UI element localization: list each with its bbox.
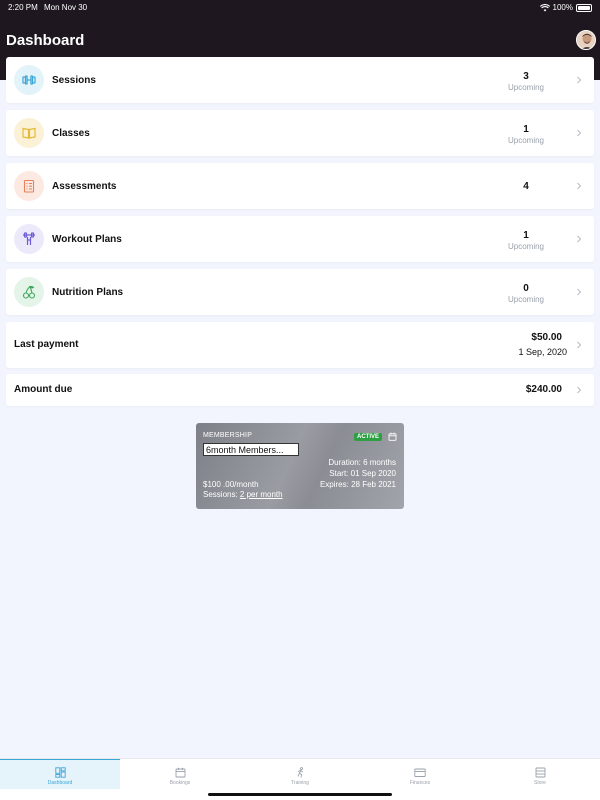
nutrition-plans-label: Nutrition Plans (52, 287, 124, 298)
nutrition-plans-sub: Upcoming (507, 295, 544, 304)
amount-due-row[interactable]: Amount due $240.00 (6, 374, 594, 406)
book-icon (14, 118, 44, 148)
chevron-right-icon (577, 288, 582, 296)
wifi-icon (539, 3, 550, 11)
membership-sessions: Sessions: 2 per month (203, 490, 283, 499)
dashboard-icon (54, 767, 66, 778)
home-indicator[interactable] (208, 793, 392, 796)
last-payment-amount: $50.00 (531, 332, 562, 343)
tab-label: Dashboard (47, 780, 73, 786)
workout-plans-label: Workout Plans (52, 234, 122, 245)
battery-percent: 100% (552, 3, 573, 12)
last-payment-date: 1 Sep, 2020 (518, 347, 567, 357)
assessments-count: 4 (523, 181, 529, 192)
tab-label: Training (291, 780, 309, 786)
cherries-icon (14, 277, 44, 307)
classes-row[interactable]: Classes 1 Upcoming (6, 110, 594, 156)
running-icon (297, 767, 303, 778)
sessions-count: 3 (523, 71, 529, 82)
avatar[interactable] (576, 30, 596, 50)
sessions-row[interactable]: Sessions 3 Upcoming (6, 57, 594, 103)
membership-price: $100 .00/month (203, 480, 259, 489)
calendar-icon[interactable] (388, 432, 397, 441)
classes-sub: Upcoming (507, 136, 544, 145)
nutrition-plans-row[interactable]: Nutrition Plans 0 Upcoming (6, 269, 594, 315)
membership-expires: Expires: 28 Feb 2021 (319, 480, 396, 489)
chevron-right-icon (577, 129, 582, 137)
membership-start: Start: 01 Sep 2020 (329, 469, 396, 478)
sessions-label: Sessions (52, 75, 96, 86)
classes-label: Classes (52, 128, 90, 139)
status-badge: ACTIVE (354, 433, 383, 441)
tab-label: Store (534, 780, 546, 786)
membership-name: 6month Members... (203, 443, 299, 456)
last-payment-label: Last payment (14, 339, 79, 350)
store-icon (535, 767, 545, 778)
tab-dashboard[interactable]: Dashboard (0, 759, 120, 789)
tab-training[interactable]: Training (240, 759, 360, 789)
nutrition-plans-count: 0 (523, 283, 529, 294)
classes-count: 1 (523, 124, 529, 135)
tab-bookings[interactable]: Bookings (120, 759, 240, 789)
battery-icon (576, 3, 592, 12)
tab-label: Bookings (169, 780, 191, 786)
chevron-right-icon (577, 386, 582, 394)
chevron-right-icon (577, 235, 582, 243)
status-indicators: 100% (539, 3, 592, 12)
last-payment-row[interactable]: Last payment $50.00 1 Sep, 2020 (6, 322, 594, 368)
membership-duration: Duration: 6 months (328, 458, 396, 467)
barbell-icon (14, 224, 44, 254)
credit-card-icon (414, 768, 426, 777)
calendar-icon (175, 767, 185, 778)
workout-plans-sub: Upcoming (507, 242, 544, 251)
chevron-right-icon (577, 341, 582, 349)
chevron-right-icon (577, 182, 582, 190)
chevron-right-icon (577, 76, 582, 84)
assessments-label: Assessments (52, 181, 117, 192)
dumbbell-icon (14, 65, 44, 95)
status-bar: 2:20 PM Mon Nov 30 100% (0, 0, 600, 16)
amount-due-value: $240.00 (525, 384, 562, 395)
workout-plans-row[interactable]: Workout Plans 1 Upcoming (6, 216, 594, 262)
page-title: Dashboard (6, 32, 85, 49)
tab-store[interactable]: Store (480, 759, 600, 789)
membership-sessions-link[interactable]: 2 per month (240, 490, 283, 499)
membership-label: MEMBERSHIP (203, 432, 253, 439)
membership-card[interactable]: MEMBERSHIP 6month Members... ACTIVE Dura… (196, 423, 404, 509)
amount-due-label: Amount due (14, 384, 73, 395)
tab-label: Finances (409, 780, 431, 786)
status-date: Mon Nov 30 (44, 3, 88, 12)
sessions-sub: Upcoming (507, 83, 544, 92)
workout-plans-count: 1 (523, 230, 529, 241)
status-time: 2:20 PM (8, 3, 38, 12)
membership-sessions-label: Sessions: (203, 490, 240, 499)
tab-finances[interactable]: Finances (360, 759, 480, 789)
clipboard-icon (14, 171, 44, 201)
assessments-row[interactable]: Assessments 4 (6, 163, 594, 209)
